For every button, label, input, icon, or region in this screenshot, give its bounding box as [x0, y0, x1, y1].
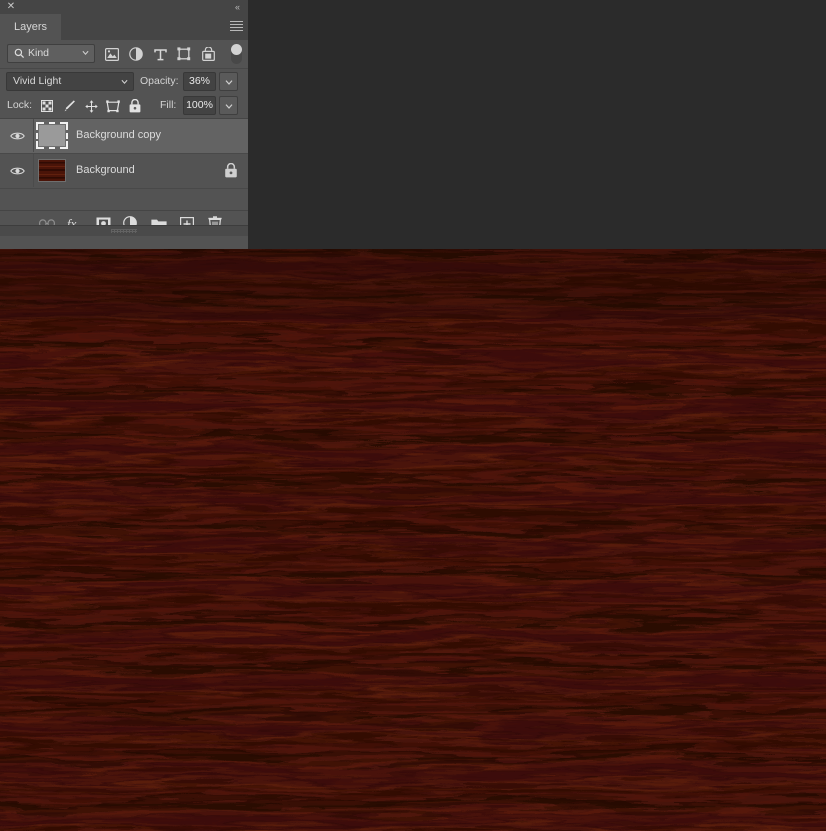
- opacity-label: Opacity:: [140, 75, 179, 87]
- blend-opacity-row: Vivid Light Opacity: 36%: [0, 69, 248, 94]
- table-row[interactable]: Background copy: [0, 119, 248, 154]
- layer-thumbnail[interactable]: [36, 157, 68, 184]
- grip-dots-icon: [111, 229, 137, 233]
- layers-panel-toolbar: fx: [0, 210, 248, 236]
- layer-locked-icon[interactable]: [224, 162, 238, 178]
- lock-fill-row: Lock: Fill: 100%: [0, 94, 248, 119]
- lock-image-pixels-icon[interactable]: [58, 95, 80, 117]
- filter-type-icons: [100, 40, 220, 68]
- search-icon: [14, 48, 25, 59]
- filter-pixel-layers-icon[interactable]: [100, 41, 124, 67]
- photoshop-window: ✕ « Layers Kind Vivid Light Opacity: 36%…: [0, 0, 826, 831]
- chevron-down-icon: [82, 50, 89, 56]
- filter-smart-object-layers-icon[interactable]: [196, 41, 220, 67]
- layer-name-label: Background copy: [76, 129, 161, 141]
- filter-enable-toggle[interactable]: [231, 44, 242, 64]
- lock-artboard-nesting-icon[interactable]: [102, 95, 124, 117]
- eye-icon: [9, 132, 25, 139]
- chevron-down-icon: [121, 79, 128, 85]
- fill-label: Fill:: [160, 99, 177, 111]
- panel-resize-grip[interactable]: [0, 225, 248, 236]
- layer-visibility-toggle[interactable]: [0, 154, 34, 187]
- filter-adjustment-layers-icon[interactable]: [124, 41, 148, 67]
- chevron-down-icon: [225, 80, 233, 85]
- fill-stepper-chevron[interactable]: [219, 96, 238, 115]
- lock-position-icon[interactable]: [80, 95, 102, 117]
- panel-tabstrip: Layers: [0, 14, 248, 40]
- layer-thumbnail[interactable]: [36, 122, 68, 149]
- lock-icons-group: [36, 94, 146, 118]
- column-divider: [33, 119, 34, 152]
- wood-texture-image: [0, 249, 826, 831]
- collapse-double-chevron-icon[interactable]: «: [230, 0, 244, 14]
- hamburger-menu-icon[interactable]: [230, 21, 243, 32]
- layer-filter-row: Kind: [0, 40, 248, 69]
- eye-icon: [9, 167, 25, 174]
- table-row[interactable]: Background: [0, 154, 248, 189]
- layer-visibility-toggle[interactable]: [0, 119, 34, 152]
- layer-thumbnail-image: [38, 159, 66, 182]
- filter-kind-label: Kind: [28, 47, 50, 59]
- blend-mode-value: Vivid Light: [13, 75, 62, 87]
- layer-name-label: Background: [76, 164, 135, 176]
- image-canvas[interactable]: [0, 249, 826, 831]
- filter-kind-dropdown[interactable]: Kind: [7, 44, 95, 63]
- panel-titlebar: ✕ «: [0, 0, 248, 14]
- tab-layers[interactable]: Layers: [0, 14, 62, 40]
- opacity-stepper-chevron[interactable]: [219, 72, 238, 91]
- opacity-input[interactable]: 36%: [183, 72, 216, 91]
- filter-type-layers-icon[interactable]: [148, 41, 172, 67]
- layer-list: Background copy Background: [0, 119, 248, 210]
- close-icon[interactable]: ✕: [5, 0, 17, 14]
- column-divider: [33, 154, 34, 187]
- blend-mode-dropdown[interactable]: Vivid Light: [6, 72, 134, 91]
- lock-label: Lock:: [7, 99, 33, 111]
- lock-all-icon[interactable]: [124, 95, 146, 117]
- layer-thumbnail-image: [38, 124, 66, 147]
- lock-transparent-pixels-icon[interactable]: [36, 95, 58, 117]
- fill-input[interactable]: 100%: [183, 96, 216, 115]
- filter-shape-layers-icon[interactable]: [172, 41, 196, 67]
- chevron-down-icon: [225, 104, 233, 109]
- layers-panel: ✕ « Layers Kind Vivid Light Opacity: 36%…: [0, 0, 248, 249]
- tab-layers-label: Layers: [14, 21, 48, 33]
